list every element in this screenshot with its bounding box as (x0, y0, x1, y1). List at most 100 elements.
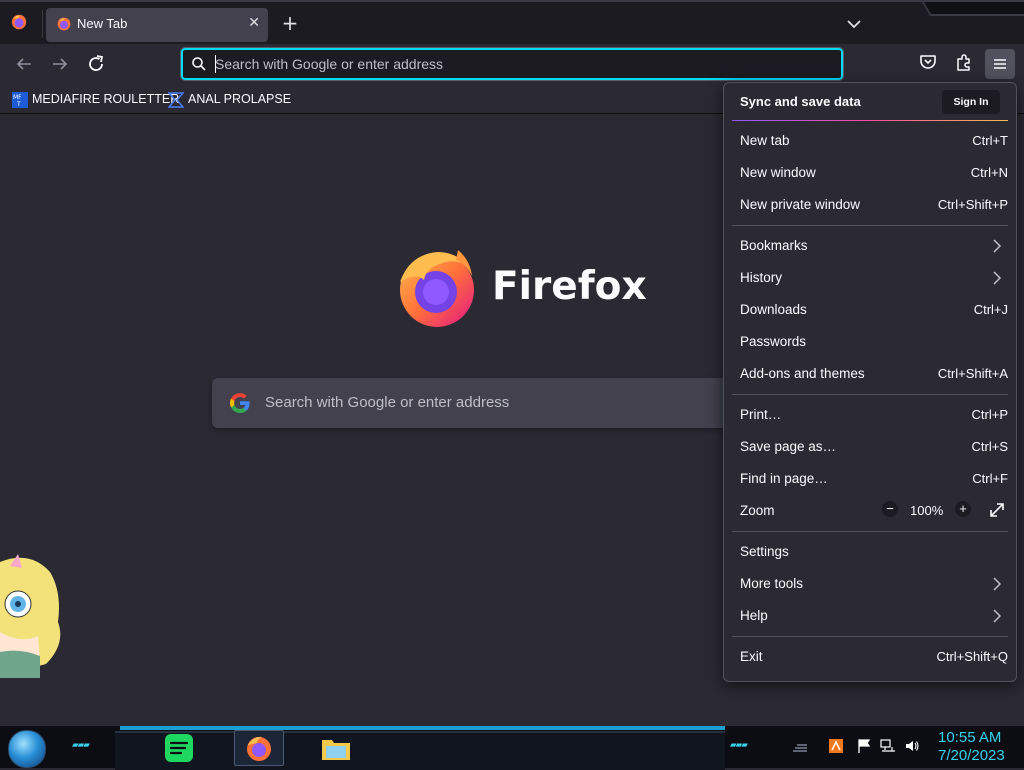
firefox-icon (57, 17, 71, 31)
taskbar-frame (115, 731, 725, 770)
file-explorer-icon[interactable] (320, 732, 352, 764)
menu-item-label: Settings (740, 544, 789, 559)
chevron-right-icon (993, 577, 1002, 591)
taskbar: ▰▰▰ ▰▰▰ 10:55 AM 7/20/2023 (0, 726, 1024, 770)
zoom-level[interactable]: 100% (910, 503, 943, 518)
menu-item-settings[interactable]: Settings (732, 537, 1008, 567)
extensions-puzzle-icon[interactable] (954, 52, 974, 72)
firefox-view-icon[interactable] (10, 13, 28, 31)
clock-time[interactable]: 10:55 AM (938, 729, 1001, 746)
address-placeholder: Search with Google or enter address (215, 56, 444, 72)
taskbar-decoration: ▰▰▰ (730, 738, 748, 751)
text-cursor (215, 55, 216, 73)
menu-item-label: Downloads (740, 302, 807, 317)
tab-separator (42, 10, 43, 38)
menu-item-new-window[interactable]: New window Ctrl+N (732, 158, 1008, 188)
menu-item-label: Passwords (740, 334, 807, 349)
menu-item-label: Save page as… (740, 439, 837, 454)
search-icon (192, 57, 206, 71)
svg-text:T: T (16, 101, 21, 108)
mediafire-icon: MF T (12, 91, 28, 108)
volume-icon[interactable] (904, 738, 920, 754)
menu-item-label: Bookmarks (740, 238, 808, 253)
tab-title: New Tab (77, 16, 128, 31)
menu-item-history[interactable]: History (732, 263, 1008, 293)
menu-item-label: Exit (740, 649, 763, 664)
menu-item-shortcut: Ctrl+P (971, 407, 1008, 422)
desktop-character-art (0, 554, 61, 678)
tab-new-tab[interactable]: New Tab ✕ (46, 8, 268, 42)
menu-item-find-in-page[interactable]: Find in page… Ctrl+F (732, 464, 1008, 494)
menu-item-help[interactable]: Help (732, 601, 1008, 631)
svg-text:MF: MF (13, 94, 22, 101)
menu-item-label: New window (740, 165, 816, 180)
bookmark-site-icon (168, 92, 184, 108)
menu-item-label: Help (740, 608, 768, 623)
new-tab-button[interactable]: + (280, 12, 300, 34)
pocket-icon[interactable] (918, 52, 938, 72)
zoom-in-button[interactable]: + (955, 501, 971, 517)
sync-header: Sync and save data Sign In (724, 83, 1016, 121)
spotify-icon[interactable] (163, 732, 195, 764)
menu-separator (732, 636, 1008, 637)
forward-arrow-icon[interactable] (48, 52, 72, 76)
bookmark-item[interactable]: MF T MEDIAFIRE ROULETTER (12, 90, 179, 108)
network-icon[interactable] (880, 738, 896, 754)
sync-divider (732, 120, 1008, 121)
menu-item-exit[interactable]: Exit Ctrl+Shift+Q (732, 642, 1008, 672)
sync-title: Sync and save data (740, 94, 861, 109)
start-button[interactable] (8, 730, 46, 768)
chevron-right-icon (993, 271, 1002, 285)
taskbar-firefox-button[interactable] (234, 730, 284, 766)
tray-app-icon[interactable] (828, 738, 844, 754)
menu-item-label: Zoom (740, 503, 775, 518)
menu-item-addons-and-themes[interactable]: Add-ons and themes Ctrl+Shift+A (732, 359, 1008, 389)
menu-separator (732, 531, 1008, 532)
show-hidden-icons-icon[interactable] (792, 738, 808, 754)
menu-item-label: New private window (740, 197, 861, 212)
menu-item-downloads[interactable]: Downloads Ctrl+J (732, 295, 1008, 325)
menu-item-passwords[interactable]: Passwords (732, 327, 1008, 357)
menu-item-new-private-window[interactable]: New private window Ctrl+Shift+P (732, 190, 1008, 220)
menu-item-more-tools[interactable]: More tools (732, 569, 1008, 599)
clock-date[interactable]: 7/20/2023 (938, 747, 1005, 764)
menu-item-shortcut: Ctrl+J (973, 302, 1008, 317)
menu-item-print[interactable]: Print… Ctrl+P (732, 400, 1008, 430)
bookmark-label: ANAL PROLAPSE (188, 92, 292, 106)
reload-icon[interactable] (84, 52, 108, 76)
chevron-down-icon[interactable] (844, 14, 864, 34)
menu-item-shortcut: Ctrl+N (970, 165, 1008, 180)
menu-item-label: History (740, 270, 783, 285)
menu-item-shortcut: Ctrl+Shift+A (937, 366, 1008, 381)
tab-strip: New Tab ✕ + (0, 0, 1024, 44)
menu-item-shortcut: Ctrl+Shift+P (937, 197, 1008, 212)
menu-separator (732, 394, 1008, 395)
action-center-flag-icon[interactable] (856, 738, 872, 754)
menu-item-zoom: Zoom − 100% + (732, 496, 1008, 526)
back-arrow-icon[interactable] (12, 52, 36, 76)
firefox-icon (247, 736, 271, 761)
menu-separator (732, 225, 1008, 226)
menu-item-new-tab[interactable]: New tab Ctrl+T (732, 126, 1008, 156)
fullscreen-icon[interactable] (988, 501, 1006, 519)
content-search-box[interactable]: Search with Google or enter address (212, 378, 812, 428)
menu-item-label: Add-ons and themes (740, 366, 865, 381)
close-tab-icon[interactable]: ✕ (248, 14, 260, 32)
menu-item-bookmarks[interactable]: Bookmarks (732, 231, 1008, 261)
sign-in-button[interactable]: Sign In (942, 90, 1000, 114)
hamburger-menu-icon (994, 59, 1006, 69)
taskbar-decoration: ▰▰▰ (72, 738, 90, 751)
firefox-wordmark: Firefox (492, 264, 647, 309)
app-menu-button[interactable] (985, 49, 1015, 79)
address-bar[interactable]: Search with Google or enter address (180, 47, 844, 81)
zoom-out-button[interactable]: − (882, 501, 898, 517)
menu-item-save-page-as[interactable]: Save page as… Ctrl+S (732, 432, 1008, 462)
menu-item-label: More tools (740, 576, 804, 591)
firefox-logo-icon (400, 250, 474, 327)
bookmark-item[interactable]: ANAL PROLAPSE (168, 90, 291, 108)
menu-item-label: Find in page… (740, 471, 828, 486)
chevron-right-icon (993, 609, 1002, 623)
menu-item-shortcut: Ctrl+S (971, 439, 1008, 454)
navigation-toolbar: Search with Google or enter address (0, 44, 1024, 84)
chevron-right-icon (993, 239, 1002, 253)
